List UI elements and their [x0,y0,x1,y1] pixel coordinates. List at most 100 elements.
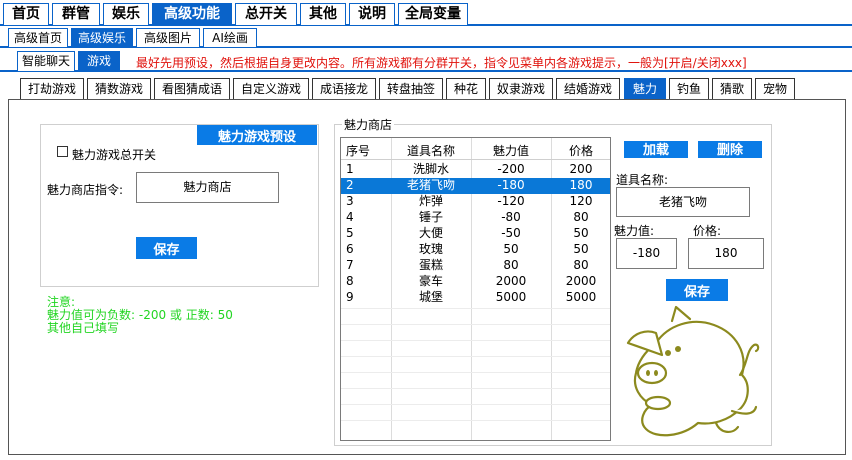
master-switch-checkbox[interactable] [57,146,68,157]
item-name-label: 道具名称: [616,173,669,187]
cell-price: 80 [573,210,589,224]
left-save-button[interactable]: 保存 [136,237,197,259]
tab-games[interactable]: 游戏 [78,51,120,71]
charm-preset-button[interactable]: 魅力游戏预设 [197,125,317,145]
master-switch-label: 魅力游戏总开关 [72,148,157,162]
cell-charm: 5000 [495,290,527,304]
col-item-name[interactable]: 道具名称 [391,142,471,159]
tab-group-manage[interactable]: 群管 [52,3,100,25]
tab-robbery-game[interactable]: 打劫游戏 [20,78,84,100]
table-row[interactable]: 3 炸弹 -120 120 [341,194,610,210]
cell-index: 5 [346,226,354,240]
cell-item-name: 大便 [418,226,443,240]
cell-price: 120 [569,194,593,208]
cell-charm: -80 [501,210,521,224]
table-row[interactable]: 7 蛋糕 80 80 [341,258,610,274]
note-text: 注意: 魅力值可为负数: -200 或 正数: 50 其他自己填写 [47,296,233,335]
tab-slave-game[interactable]: 奴隶游戏 [489,78,553,100]
cell-index: 2 [346,178,354,192]
cell-item-name: 炸弹 [418,194,443,208]
shop-command-label: 魅力商店指令: [47,183,124,197]
col-charm[interactable]: 魅力值 [471,142,551,159]
cell-index: 6 [346,242,354,256]
tab-charm[interactable]: 魅力 [624,78,666,100]
tab-wheel-draw[interactable]: 转盘抽签 [379,78,443,100]
table-row[interactable]: 1 洗脚水 -200 200 [341,162,610,178]
cell-charm: -50 [501,226,521,240]
tab-advanced-images[interactable]: 高级图片 [136,28,200,47]
tab-help[interactable]: 说明 [349,3,395,25]
tab-global-vars[interactable]: 全局变量 [398,3,468,25]
cell-item-name: 锤子 [418,210,443,224]
table-row[interactable]: 8 豪车 2000 2000 [341,274,610,290]
col-index[interactable]: 序号 [346,142,386,159]
col-price[interactable]: 价格 [551,142,610,159]
cell-item-name: 城堡 [418,290,443,304]
cell-price: 2000 [565,274,597,288]
list-header: 序号 道具名称 魅力值 价格 [341,138,610,160]
table-row[interactable]: 4 锤子 -80 80 [341,210,610,226]
main-tab-bar: 首页 群管 娱乐 高级功能 总开关 其他 说明 全局变量 [0,0,852,26]
price-label: 价格: [693,224,722,238]
cell-charm: 50 [503,242,519,256]
cell-price: 5000 [565,290,597,304]
cell-index: 3 [346,194,354,208]
price-input[interactable]: 180 [688,238,764,269]
cell-item-name: 玫瑰 [418,242,443,256]
tab-picture-idiom[interactable]: 看图猜成语 [154,78,230,100]
table-row[interactable]: 6 玫瑰 50 50 [341,242,610,258]
game-tab-bar: 打劫游戏 猜数游戏 看图猜成语 自定义游戏 成语接龙 转盘抽签 种花 奴隶游戏 … [8,78,846,100]
tab-master-switch[interactable]: 总开关 [235,3,297,25]
sub-tab-bar: 高级首页 高级娱乐 高级图片 AI绘画 [0,27,852,48]
tab-idiom-chain[interactable]: 成语接龙 [312,78,376,100]
cell-charm: 2000 [495,274,527,288]
add-button[interactable]: 加载 [624,141,688,158]
pig-icon [626,305,760,437]
shop-command-input[interactable]: 魅力商店 [136,172,279,203]
table-row[interactable]: 9 城堡 5000 5000 [341,290,610,306]
cell-charm: -180 [497,178,525,192]
tab-other[interactable]: 其他 [300,3,346,25]
table-row[interactable]: 2 老猪飞吻 -180 180 [341,178,610,194]
tab-guess-number[interactable]: 猜数游戏 [87,78,151,100]
cell-item-name: 老猪飞吻 [406,178,455,192]
item-name-input[interactable]: 老猪飞吻 [616,187,750,217]
tab-guess-song[interactable]: 猜歌 [712,78,752,100]
cell-charm: -120 [497,194,525,208]
cell-price: 50 [573,242,589,256]
cell-index: 7 [346,258,354,272]
tab-home[interactable]: 首页 [3,3,49,25]
charm-shop-list[interactable]: 序号 道具名称 魅力值 价格 1 洗脚水 -200 200 2 老猪飞吻 -180 180 3 炸… [340,137,611,441]
cell-price: 50 [573,226,589,240]
tab-pet[interactable]: 宠物 [755,78,795,100]
notice-text: 最好先用预设，然后根据自身更改内容。所有游戏都有分群开关，指令见菜单内各游戏提示… [136,56,747,70]
tab-marriage-game[interactable]: 结婚游戏 [556,78,620,100]
table-row[interactable]: 5 大便 -50 50 [341,226,610,242]
tab-fishing[interactable]: 钓鱼 [669,78,709,100]
charm-shop-title: 魅力商店 [342,116,395,133]
cell-index: 4 [346,210,354,224]
cell-price: 80 [573,258,589,272]
tab-custom-game[interactable]: 自定义游戏 [233,78,309,100]
cell-charm: 80 [503,258,519,272]
cell-charm: -200 [497,162,525,176]
cell-index: 9 [346,290,354,304]
editor-save-button[interactable]: 保存 [666,279,728,301]
cell-index: 8 [346,274,354,288]
cell-index: 1 [346,162,354,176]
cell-price: 180 [569,178,593,192]
tab-advanced[interactable]: 高级功能 [152,3,232,25]
cell-price: 200 [569,162,593,176]
cell-item-name: 豪车 [418,274,443,288]
tab-ai-drawing[interactable]: AI绘画 [203,28,257,47]
tab-flower[interactable]: 种花 [446,78,486,100]
cell-item-name: 蛋糕 [418,258,443,272]
tab-advanced-entertainment[interactable]: 高级娱乐 [71,28,133,47]
tab-advanced-home[interactable]: 高级首页 [8,28,68,47]
cell-item-name: 洗脚水 [412,162,449,176]
tab-entertainment[interactable]: 娱乐 [103,3,149,25]
delete-button[interactable]: 删除 [698,141,762,158]
charm-label: 魅力值: [614,224,655,238]
charm-input[interactable]: -180 [616,238,677,269]
tab-smart-chat[interactable]: 智能聊天 [17,51,75,71]
